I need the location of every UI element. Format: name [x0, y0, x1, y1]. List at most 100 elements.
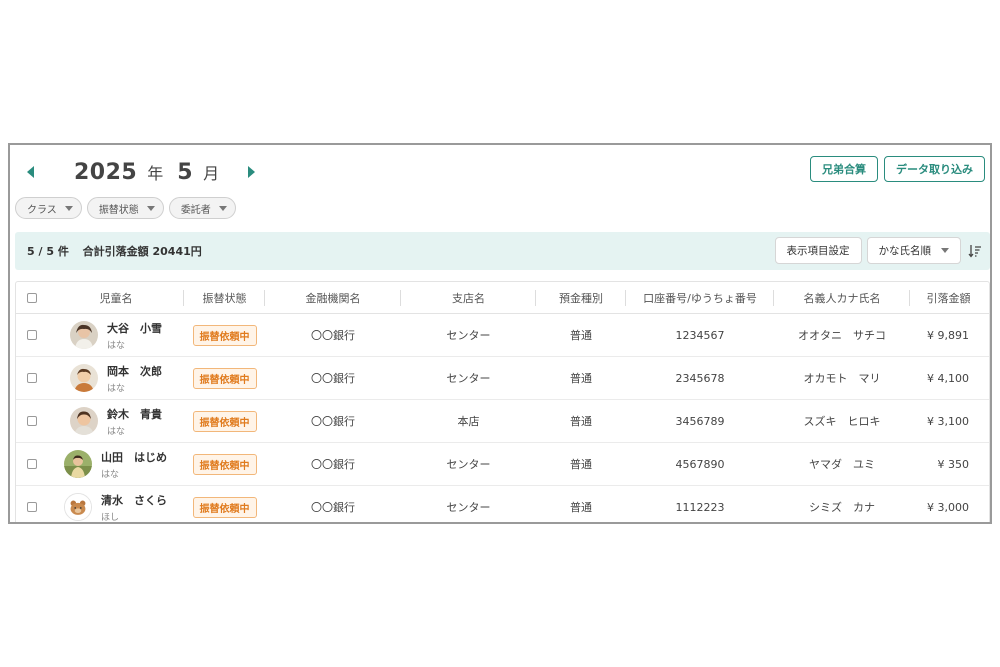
prev-month-button[interactable] [20, 160, 40, 184]
status-badge: 振替依頼中 [192, 453, 257, 475]
header-debit-amount[interactable]: 引落金額 [910, 282, 987, 313]
filter-consignor[interactable]: 委託者 [168, 197, 236, 219]
year-unit: 年 [147, 163, 164, 183]
child-name: 鈴木 青貴 [107, 407, 162, 421]
filter-label: 振替状態 [98, 204, 139, 216]
filter-transfer-status[interactable]: 振替状態 [86, 197, 164, 219]
row-checkbox[interactable] [27, 416, 37, 426]
child-class: ほし [101, 512, 120, 523]
status-cell: 振替依頼中 [184, 443, 265, 485]
sort-order-icon[interactable] [966, 241, 984, 261]
chevron-down-icon [146, 205, 155, 211]
header-deposit-type[interactable]: 預金種別 [536, 282, 626, 313]
holder-cell: ヤマダ ユミ [809, 458, 875, 471]
header-account-number[interactable]: 口座番号/ゆうちょ番号 [626, 282, 774, 313]
deposit-type-cell: 普通 [570, 458, 592, 471]
amount-cell: ¥ 9,891 [927, 328, 969, 342]
child-cell: 岡本 次郎 はな [48, 357, 184, 399]
row-checkbox[interactable] [27, 330, 37, 340]
header-transfer-status[interactable]: 振替状態 [184, 282, 265, 313]
status-badge: 振替依頼中 [192, 367, 257, 389]
sibling-merge-button[interactable]: 兄弟合算 [810, 156, 878, 182]
amount-cell: ¥ 3,100 [927, 414, 969, 428]
row-select-cell [16, 443, 48, 485]
account-cell: 4567890 [675, 457, 725, 471]
avatar-girl-icon [70, 321, 98, 349]
child-name: 岡本 次郎 [107, 364, 162, 378]
child-cell: 鈴木 青貴 はな [48, 400, 184, 442]
status-cell: 振替依頼中 [184, 486, 265, 522]
header-bank-name[interactable]: 金融機関名 [265, 282, 401, 313]
holder-cell: オカモト マリ [803, 372, 881, 385]
column-settings-button[interactable]: 表示項目設定 [774, 237, 862, 264]
row-select-cell [16, 400, 48, 442]
chevron-down-icon [64, 205, 73, 211]
month-unit: 月 [203, 163, 220, 183]
account-cell: 3456789 [675, 414, 725, 428]
avatar-bear-icon [64, 493, 92, 521]
sort-select-value: かな氏名順 [878, 245, 932, 257]
holder-cell: オオタニ サチコ [798, 329, 886, 342]
chevron-down-icon [941, 248, 949, 253]
account-cell: 1234567 [675, 328, 725, 342]
status-badge: 振替依頼中 [192, 324, 257, 346]
child-names: 鈴木 青貴 はな [107, 406, 162, 437]
bank-cell: 〇〇銀行 [311, 501, 355, 514]
branch-cell: センター [446, 501, 491, 514]
row-select-cell [16, 486, 48, 522]
table-row[interactable]: 鈴木 青貴 はな 振替依頼中 〇〇銀行 本店 普通 3456789 スズキ ヒロ… [16, 400, 989, 443]
bank-cell: 〇〇銀行 [311, 372, 355, 385]
total-amount: 合計引落金額 20441円 [82, 245, 202, 258]
table-row[interactable]: 清水 さくら ほし 振替依頼中 〇〇銀行 センター 普通 1112223 シミズ… [16, 486, 989, 523]
status-badge: 振替依頼中 [192, 410, 257, 432]
deposit-type-cell: 普通 [570, 415, 592, 428]
child-class: はな [107, 383, 126, 394]
row-select-cell [16, 314, 48, 356]
filter-class[interactable]: クラス [15, 197, 82, 219]
table-row[interactable]: 岡本 次郎 はな 振替依頼中 〇〇銀行 センター 普通 2345678 オカモト… [16, 357, 989, 400]
account-cell: 1112223 [675, 500, 725, 514]
payment-table: 児童名 振替状態 金融機関名 支店名 預金種別 口座番号/ゆうちょ番号 名義人カ… [15, 281, 990, 523]
status-cell: 振替依頼中 [184, 400, 265, 442]
current-month: 2025 年 5 月 [74, 160, 219, 185]
filter-label: 委託者 [180, 204, 211, 216]
avatar-child-icon [70, 364, 98, 392]
header-child-name[interactable]: 児童名 [48, 282, 184, 313]
branch-cell: センター [446, 458, 491, 471]
caret-right-icon [247, 166, 255, 178]
row-checkbox[interactable] [27, 459, 37, 469]
child-name: 大谷 小雪 [107, 321, 162, 335]
avatar-field-icon [64, 450, 92, 478]
child-name: 清水 さくら [101, 493, 167, 507]
holder-cell: シミズ カナ [809, 501, 875, 514]
summary-text: 5 / 5 件 合計引落金額 20441円 [27, 243, 212, 259]
header-actions: 兄弟合算 データ取り込み [810, 156, 985, 182]
branch-cell: 本店 [457, 415, 480, 428]
row-checkbox[interactable] [27, 373, 37, 383]
payment-panel: 2025 年 5 月 兄弟合算 データ取り込み クラス 振替状態 委託者 5 /… [8, 143, 992, 524]
table-row[interactable]: 山田 はじめ はな 振替依頼中 〇〇銀行 センター 普通 4567890 ヤマダ… [16, 443, 989, 486]
row-checkbox[interactable] [27, 502, 37, 512]
record-count: 5 / 5 件 [27, 245, 69, 258]
month-navigator: 2025 年 5 月 [20, 157, 261, 187]
amount-cell: ¥ 4,100 [927, 371, 969, 385]
summary-controls: 表示項目設定 かな氏名順 [774, 237, 985, 264]
account-cell: 2345678 [675, 371, 725, 385]
next-month-button[interactable] [241, 160, 261, 184]
amount-cell: ¥ 350 [937, 457, 970, 471]
header-branch-name[interactable]: 支店名 [401, 282, 536, 313]
child-names: 清水 さくら ほし [101, 492, 167, 523]
child-name: 山田 はじめ [101, 450, 167, 464]
status-badge: 振替依頼中 [192, 496, 257, 518]
child-cell: 大谷 小雪 はな [48, 314, 184, 356]
status-cell: 振替依頼中 [184, 357, 265, 399]
header-holder-kana[interactable]: 名義人カナ氏名 [774, 282, 910, 313]
sort-select[interactable]: かな氏名順 [866, 237, 961, 264]
avatar-child-icon [70, 407, 98, 435]
data-import-button[interactable]: データ取り込み [884, 156, 985, 182]
child-cell: 山田 はじめ はな [48, 443, 184, 485]
row-select-cell [16, 357, 48, 399]
child-names: 山田 はじめ はな [101, 449, 167, 480]
select-all-checkbox[interactable] [27, 292, 37, 303]
table-row[interactable]: 大谷 小雪 はな 振替依頼中 〇〇銀行 センター 普通 1234567 オオタニ… [16, 314, 989, 357]
